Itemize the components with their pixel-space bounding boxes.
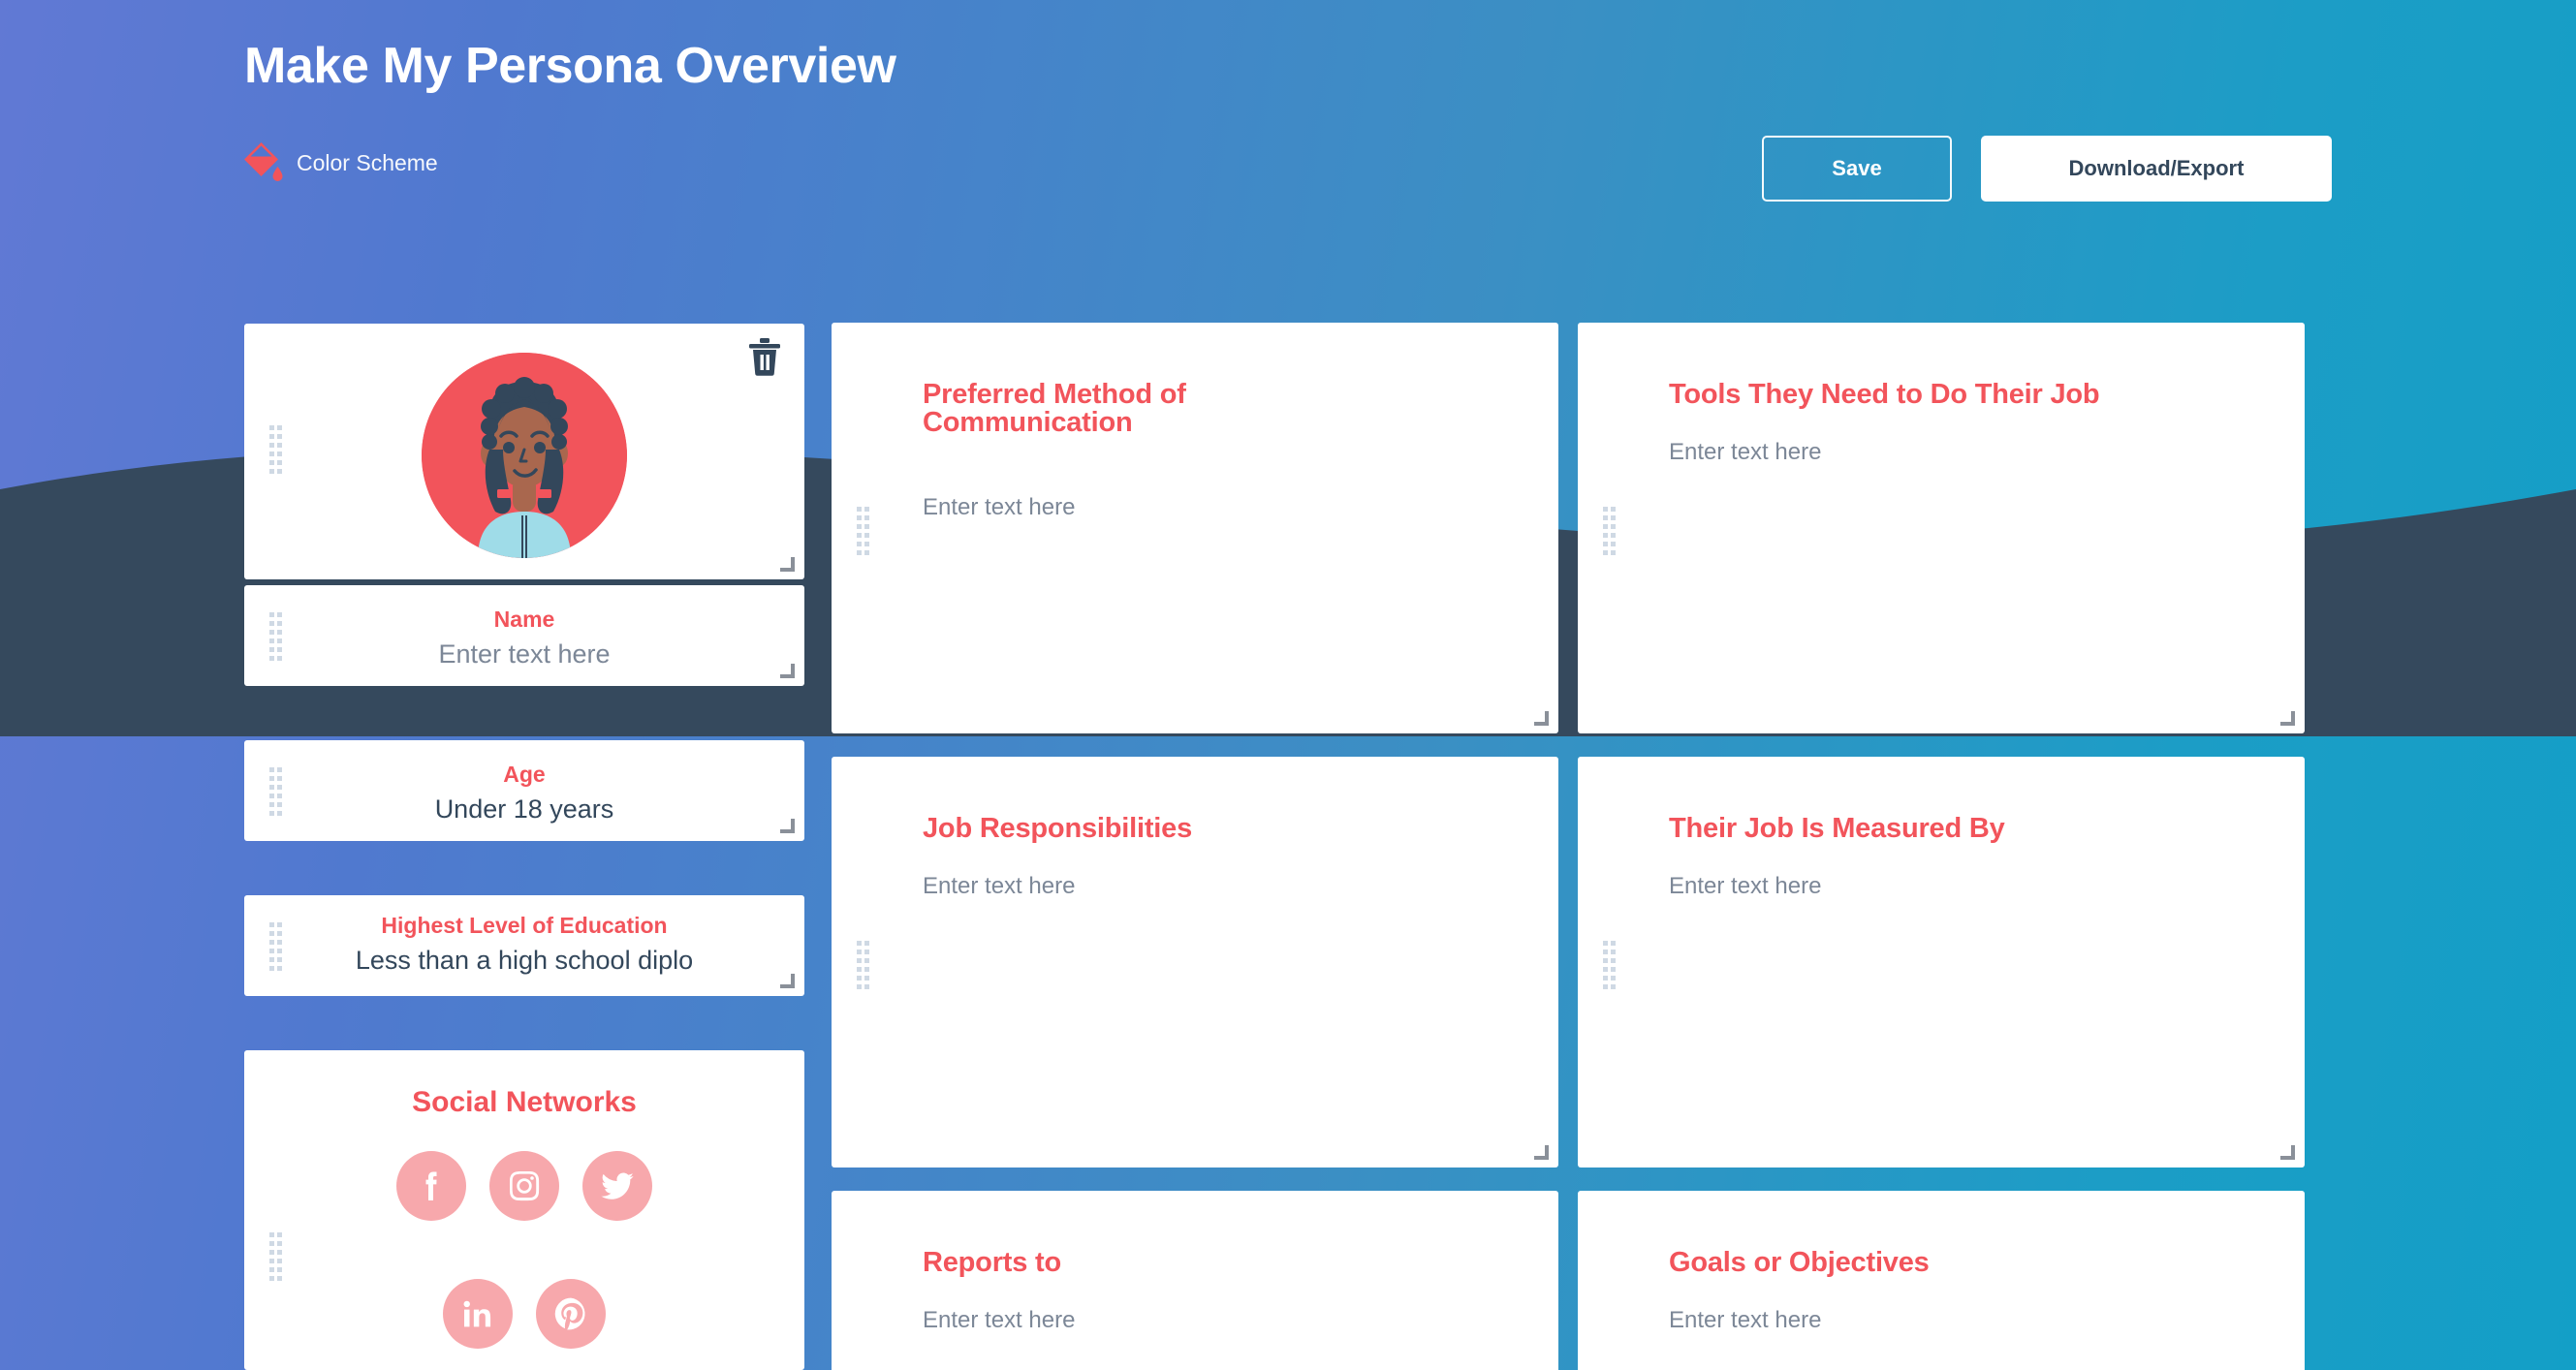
card-title: Their Job Is Measured By: [1669, 813, 2005, 844]
drag-handle[interactable]: [857, 507, 869, 555]
card-job-responsibilities[interactable]: Job Responsibilities Enter text here: [832, 757, 1558, 1168]
drag-handle[interactable]: [269, 425, 282, 474]
save-button[interactable]: Save: [1762, 136, 1952, 202]
resize-handle[interactable]: [2280, 711, 2295, 726]
resize-handle[interactable]: [780, 664, 795, 678]
card-placeholder[interactable]: Enter text here: [1669, 1307, 1821, 1334]
drag-handle[interactable]: [1603, 507, 1616, 555]
card-placeholder[interactable]: Enter text here: [923, 1307, 1075, 1334]
card-placeholder[interactable]: Enter text here: [923, 873, 1075, 900]
drag-handle[interactable]: [857, 941, 869, 989]
social-row-secondary: [244, 1279, 804, 1349]
field-card-age[interactable]: Age Under 18 years: [244, 740, 804, 841]
resize-handle[interactable]: [1534, 711, 1549, 726]
field-label: Age: [503, 762, 546, 787]
card-reports-to[interactable]: Reports to Enter text here: [832, 1191, 1558, 1370]
color-scheme-button[interactable]: Color Scheme: [242, 140, 438, 185]
drag-handle[interactable]: [269, 1232, 282, 1281]
page-title: Make My Persona Overview: [244, 38, 896, 94]
trash-icon[interactable]: [746, 337, 783, 376]
field-value[interactable]: Under 18 years: [244, 794, 804, 825]
resize-handle[interactable]: [2280, 1145, 2295, 1160]
social-networks-title: Social Networks: [412, 1086, 637, 1118]
card-goals-or-objectives[interactable]: Goals or Objectives Enter text here: [1578, 1191, 2305, 1370]
persona-avatar[interactable]: [422, 353, 627, 558]
card-title: Goals or Objectives: [1669, 1247, 1930, 1278]
twitter-icon[interactable]: [582, 1151, 652, 1221]
card-title: Preferred Method of Communication: [923, 379, 1186, 438]
page-header: Make My Persona Overview Color Scheme Sa…: [0, 0, 2576, 291]
facebook-icon[interactable]: [396, 1151, 466, 1221]
paint-bucket-icon: [242, 140, 283, 185]
field-label: Highest Level of Education: [381, 913, 668, 938]
download-export-button[interactable]: Download/Export: [1981, 136, 2332, 202]
field-value[interactable]: Less than a high school diplo: [244, 946, 804, 976]
card-placeholder[interactable]: Enter text here: [1669, 873, 1821, 900]
card-tools-they-need[interactable]: Tools They Need to Do Their Job Enter te…: [1578, 323, 2305, 733]
linkedin-icon[interactable]: [443, 1279, 513, 1349]
field-label: Name: [493, 607, 555, 632]
drag-handle[interactable]: [1603, 941, 1616, 989]
card-placeholder[interactable]: Enter text here: [1669, 439, 1821, 466]
card-their-job-is-measured-by[interactable]: Their Job Is Measured By Enter text here: [1578, 757, 2305, 1168]
pinterest-icon[interactable]: [536, 1279, 606, 1349]
resize-handle[interactable]: [780, 974, 795, 988]
card-title: Reports to: [923, 1247, 1062, 1278]
resize-handle[interactable]: [780, 819, 795, 833]
header-actions: Save Download/Export: [1762, 136, 2332, 202]
card-title: Tools They Need to Do Their Job: [1669, 379, 2100, 410]
field-card-name[interactable]: Name Enter text here: [244, 585, 804, 686]
resize-handle[interactable]: [1534, 1145, 1549, 1160]
color-scheme-label: Color Scheme: [297, 149, 438, 175]
field-card-education[interactable]: Highest Level of Education Less than a h…: [244, 895, 804, 996]
resize-handle[interactable]: [780, 557, 795, 572]
card-placeholder[interactable]: Enter text here: [923, 494, 1075, 521]
card-preferred-method-of-communication[interactable]: Preferred Method of Communication Enter …: [832, 323, 1558, 733]
instagram-icon[interactable]: [489, 1151, 559, 1221]
social-networks-card[interactable]: Social Networks: [244, 1050, 804, 1370]
social-row-primary: [244, 1151, 804, 1221]
field-value[interactable]: Enter text here: [244, 639, 804, 669]
persona-avatar-card[interactable]: [244, 324, 804, 579]
card-title: Job Responsibilities: [923, 813, 1192, 844]
